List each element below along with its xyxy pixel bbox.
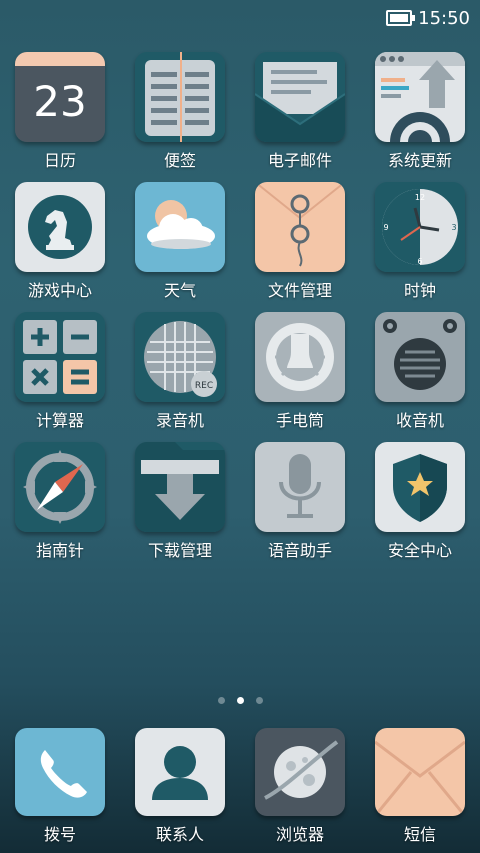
app-system-update[interactable]: 系统更新 (360, 52, 480, 182)
envelope-icon[interactable] (375, 728, 465, 816)
app-label: 便签 (163, 151, 196, 170)
file-folder-icon[interactable] (255, 182, 345, 272)
download-arrow-icon[interactable] (135, 442, 225, 532)
calendar-icon[interactable]: 23 (15, 52, 105, 142)
clock-icon[interactable]: 12 3 6 9 (375, 182, 465, 272)
app-compass[interactable]: 指南针 (0, 442, 120, 572)
app-label: 录音机 (155, 411, 204, 430)
app-recorder[interactable]: REC 录音机 (120, 312, 240, 442)
contact-person-icon[interactable] (135, 728, 225, 816)
clock-number-12: 12 (415, 193, 425, 202)
app-label: 计算器 (35, 411, 84, 430)
phone-icon[interactable] (15, 728, 105, 816)
page-dot[interactable] (217, 697, 225, 704)
app-radio[interactable]: 收音机 (360, 312, 480, 442)
dock-browser[interactable]: 浏览器 (240, 728, 360, 845)
compass-icon[interactable] (15, 442, 105, 532)
dock-dialer[interactable]: 拨号 (0, 728, 120, 845)
app-label: 浏览器 (275, 825, 324, 844)
calculator-icon[interactable] (15, 312, 105, 402)
email-icon[interactable] (255, 52, 345, 142)
dock: 拨号 联系人 浏览器 短信 (0, 728, 480, 845)
flashlight-icon[interactable] (255, 312, 345, 402)
dock-contacts[interactable]: 联系人 (120, 728, 240, 845)
clock-number-6: 6 (417, 257, 422, 266)
app-label: 天气 (163, 281, 196, 300)
app-label: 电子邮件 (267, 151, 332, 170)
app-calendar[interactable]: 23 日历 (0, 52, 120, 182)
app-voice-assistant[interactable]: 语音助手 (240, 442, 360, 572)
app-email[interactable]: 电子邮件 (240, 52, 360, 182)
app-game-center[interactable]: 游戏中心 (0, 182, 120, 312)
app-label: 安全中心 (387, 541, 452, 560)
app-security-center[interactable]: 安全中心 (360, 442, 480, 572)
app-label: 系统更新 (387, 151, 452, 170)
app-label: 日历 (43, 151, 76, 170)
app-label: 时钟 (403, 281, 436, 300)
rec-badge: REC (195, 381, 213, 391)
status-bar: 15:50 (0, 0, 480, 36)
app-label: 收音机 (395, 411, 444, 430)
chess-knight-icon[interactable] (15, 182, 105, 272)
app-weather[interactable]: 天气 (120, 182, 240, 312)
microphone-grille-icon[interactable]: REC (135, 312, 225, 402)
microphone-icon[interactable] (255, 442, 345, 532)
app-label: 文件管理 (267, 281, 332, 300)
app-label: 手电筒 (275, 411, 324, 430)
notes-icon[interactable] (135, 52, 225, 142)
app-label: 游戏中心 (27, 281, 92, 300)
app-label: 下载管理 (147, 541, 212, 560)
app-label: 拨号 (43, 825, 76, 844)
calendar-day-number: 23 (33, 77, 86, 126)
status-time: 15:50 (418, 7, 470, 29)
app-clock[interactable]: 12 3 6 9 时钟 (360, 182, 480, 312)
shield-icon[interactable] (375, 442, 465, 532)
weather-cloud-icon[interactable] (135, 182, 225, 272)
battery-icon (386, 10, 416, 26)
page-indicator (0, 697, 480, 704)
clock-number-9: 9 (383, 223, 388, 232)
app-label: 短信 (403, 825, 436, 844)
app-label: 语音助手 (267, 541, 332, 560)
app-label: 指南针 (35, 541, 84, 560)
page-dot[interactable] (255, 697, 263, 704)
app-label: 联系人 (155, 825, 204, 844)
dock-sms[interactable]: 短信 (360, 728, 480, 845)
app-file-manager[interactable]: 文件管理 (240, 182, 360, 312)
radio-speaker-icon[interactable] (375, 312, 465, 402)
app-flashlight[interactable]: 手电筒 (240, 312, 360, 442)
page-dot-active[interactable] (236, 697, 244, 704)
clock-number-3: 3 (451, 223, 456, 232)
app-grid: 23 日历 便签 电子邮件 系统更新 游戏中心 天气 文件管理 12 3 6 9… (0, 52, 480, 572)
planet-icon[interactable] (255, 728, 345, 816)
app-download-manager[interactable]: 下载管理 (120, 442, 240, 572)
app-notes[interactable]: 便签 (120, 52, 240, 182)
system-update-icon[interactable] (375, 52, 465, 142)
app-calculator[interactable]: 计算器 (0, 312, 120, 442)
